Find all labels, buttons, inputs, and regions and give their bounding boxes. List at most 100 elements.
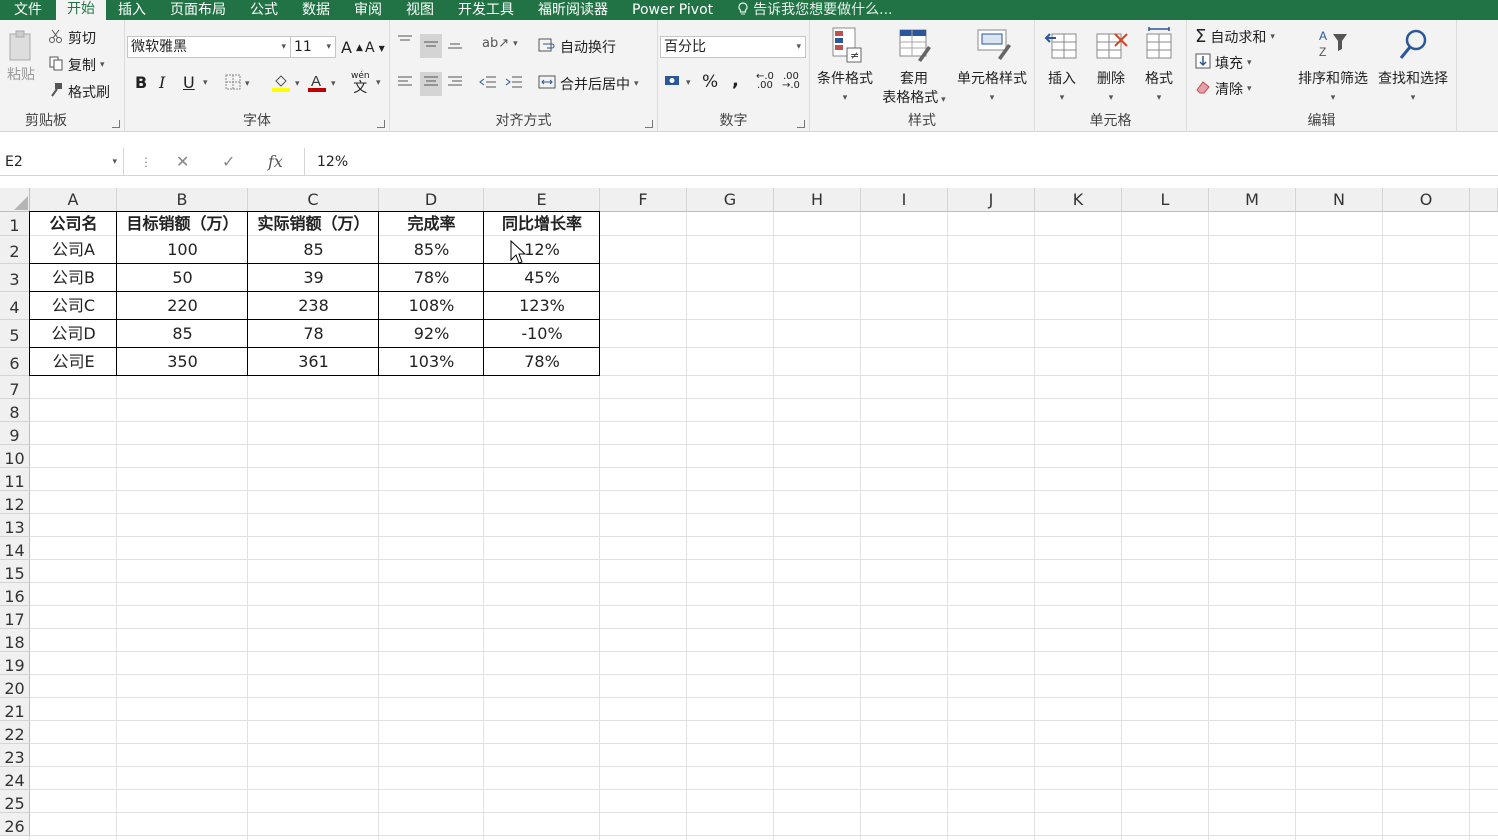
accounting-format-button[interactable]: ▾ (664, 73, 691, 93)
tab-developer[interactable]: 开发工具 (446, 0, 526, 20)
table-cell[interactable]: 238 (248, 292, 379, 320)
row-header-22[interactable]: 22 (0, 721, 30, 744)
table-cell[interactable]: -10% (484, 320, 600, 348)
row-header-18[interactable]: 18 (0, 629, 30, 652)
table-header-cell[interactable]: 完成率 (379, 212, 484, 236)
name-box-dropdown-icon[interactable]: ▾ (112, 148, 117, 176)
column-header-i[interactable]: I (861, 188, 948, 212)
comma-style-button[interactable]: , (732, 70, 739, 91)
table-cell[interactable]: 78% (379, 264, 484, 292)
borders-button[interactable]: ▾ (225, 74, 250, 94)
row-header-6[interactable]: 6 (0, 348, 30, 376)
row-header-1[interactable]: 1 (0, 212, 30, 236)
table-header-cell[interactable]: 公司名 (30, 212, 117, 236)
worksheet-grid[interactable]: A B C D E F G H I J K L M N O 1 2 3 4 5 6 7 8 9 10 11 12 13 14 15 16 17… (0, 188, 1498, 840)
column-header-f[interactable]: F (600, 188, 687, 212)
font-launcher-icon[interactable] (377, 120, 385, 128)
table-cell[interactable]: 100 (117, 236, 248, 264)
align-left-button[interactable] (396, 74, 414, 94)
table-cell[interactable]: 92% (379, 320, 484, 348)
cancel-entry-icon[interactable]: ✕ (176, 148, 189, 176)
row-header-11[interactable]: 11 (0, 468, 30, 491)
row-header-20[interactable]: 20 (0, 675, 30, 698)
tab-insert[interactable]: 插入 (106, 0, 158, 20)
table-cell[interactable]: 220 (117, 292, 248, 320)
cut-button[interactable]: 剪切 (48, 28, 96, 48)
column-header-n[interactable]: N (1296, 188, 1383, 212)
table-header-cell[interactable]: 目标销额（万） (117, 212, 248, 236)
table-cell[interactable]: 公司A (30, 236, 117, 264)
row-header-5[interactable]: 5 (0, 320, 30, 348)
column-header-e[interactable]: E (484, 188, 600, 212)
row-header-9[interactable]: 9 (0, 422, 30, 445)
format-cells-button[interactable]: 格式 ▾ (1137, 26, 1181, 108)
tab-view[interactable]: 视图 (394, 0, 446, 20)
table-cell[interactable]: 103% (379, 348, 484, 376)
table-header-cell[interactable]: 实际销额（万） (248, 212, 379, 236)
cell-styles-button[interactable]: 单元格样式 ▾ (950, 26, 1034, 108)
tab-home[interactable]: 开始 (56, 0, 106, 20)
number-launcher-icon[interactable] (797, 120, 805, 128)
orientation-button[interactable]: ab↗ ▾ (482, 36, 518, 51)
clipboard-launcher-icon[interactable] (112, 120, 120, 128)
conditional-formatting-button[interactable]: ≠ 条件格式 ▾ (813, 26, 877, 108)
font-color-button[interactable]: A ▾ (307, 72, 336, 96)
table-cell[interactable]: 45% (484, 264, 600, 292)
row-header-8[interactable]: 8 (0, 399, 30, 422)
column-header-g[interactable]: G (687, 188, 774, 212)
column-header-k[interactable]: K (1035, 188, 1122, 212)
column-header-c[interactable]: C (248, 188, 379, 212)
row-header-26[interactable]: 26 (0, 813, 30, 836)
table-cell[interactable]: 85 (117, 320, 248, 348)
underline-dropdown-icon[interactable]: ▾ (203, 78, 208, 88)
format-painter-button[interactable]: 格式刷 (48, 82, 110, 102)
column-header-l[interactable]: L (1122, 188, 1209, 212)
wrap-text-button[interactable]: 自动换行 (538, 37, 616, 57)
tab-formulas[interactable]: 公式 (238, 0, 290, 20)
confirm-entry-icon[interactable]: ✓ (222, 148, 235, 176)
row-header-12[interactable]: 12 (0, 491, 30, 514)
percent-style-button[interactable]: % (702, 72, 718, 92)
phonetic-button[interactable]: wén 文 (351, 70, 370, 95)
phonetic-dropdown-icon[interactable]: ▾ (376, 78, 381, 88)
table-cell[interactable]: 50 (117, 264, 248, 292)
column-header-b[interactable]: B (117, 188, 248, 212)
table-cell[interactable]: 350 (117, 348, 248, 376)
copy-dropdown-icon[interactable]: ▾ (100, 60, 105, 70)
find-select-button[interactable]: 查找和选择 ▾ (1373, 26, 1453, 108)
table-cell[interactable]: 12% (484, 236, 600, 264)
column-header-m[interactable]: M (1209, 188, 1296, 212)
row-header-10[interactable]: 10 (0, 445, 30, 468)
row-header-3[interactable]: 3 (0, 264, 30, 292)
alignment-launcher-icon[interactable] (645, 120, 653, 128)
tab-review[interactable]: 审阅 (342, 0, 394, 20)
column-header-h[interactable]: H (774, 188, 861, 212)
sort-filter-button[interactable]: AZ 排序和筛选 ▾ (1293, 26, 1373, 108)
tab-foxit-reader[interactable]: 福昕阅读器 (526, 0, 620, 20)
table-cell[interactable]: 361 (248, 348, 379, 376)
clear-button[interactable]: 清除 ▾ (1195, 79, 1252, 99)
italic-button[interactable]: I (159, 73, 165, 92)
table-cell[interactable]: 85% (379, 236, 484, 264)
increase-font-button[interactable]: A ▲ (341, 38, 363, 57)
table-cell[interactable]: 公司D (30, 320, 117, 348)
table-cell[interactable]: 85 (248, 236, 379, 264)
fill-button[interactable]: 填充 ▾ (1195, 53, 1252, 73)
increase-decimal-button[interactable]: ←.0 .00 (756, 72, 774, 91)
tell-me-box[interactable]: 告诉我您想要做什么... (725, 0, 904, 20)
insert-function-icon[interactable]: fx (268, 148, 283, 176)
align-bottom-button[interactable] (446, 34, 464, 54)
table-cell[interactable]: 公司E (30, 348, 117, 376)
column-header-o[interactable]: O (1383, 188, 1470, 212)
tab-page-layout[interactable]: 页面布局 (158, 0, 238, 20)
tab-power-pivot[interactable]: Power Pivot (620, 0, 725, 20)
font-size-select[interactable]: 11 ▾ (290, 36, 336, 58)
column-header-a[interactable]: A (30, 188, 117, 212)
row-header-21[interactable]: 21 (0, 698, 30, 721)
number-format-select[interactable]: 百分比 ▾ (660, 36, 806, 58)
row-header-2[interactable]: 2 (0, 236, 30, 264)
copy-button[interactable]: 复制 ▾ (48, 55, 105, 75)
format-as-table-button[interactable]: 套用 表格格式 ▾ (878, 26, 950, 110)
row-header-24[interactable]: 24 (0, 767, 30, 790)
merge-center-button[interactable]: 合并后居中 ▾ (538, 74, 639, 94)
